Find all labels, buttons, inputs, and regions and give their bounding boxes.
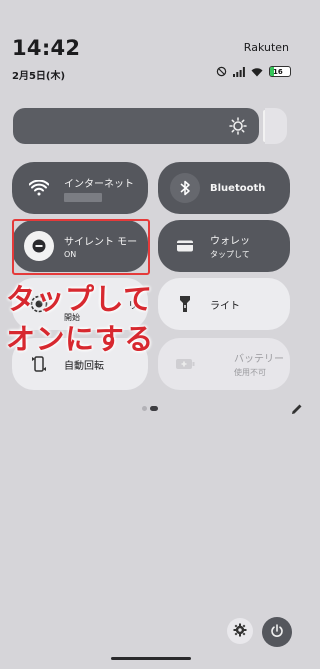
- gear-icon: [233, 622, 247, 641]
- network-name-redacted: [64, 192, 102, 202]
- dnd-icon: [216, 66, 227, 77]
- home-indicator[interactable]: [111, 657, 191, 660]
- battery-plus-icon: [170, 349, 200, 379]
- date: 2月5日(木): [12, 71, 66, 82]
- power-button[interactable]: [262, 617, 292, 647]
- annotation-line1: タップして: [6, 282, 153, 316]
- tile-wallet-sublabel: タップして: [210, 250, 250, 259]
- clock: 14:42: [12, 36, 81, 60]
- carrier-name: Rakuten: [243, 41, 289, 54]
- page-dot: [142, 406, 147, 411]
- tile-auto-rotate-label: 自動回転: [64, 360, 104, 372]
- wifi-icon: [24, 173, 54, 203]
- tile-bluetooth-label: Bluetooth: [210, 182, 266, 194]
- tile-flashlight[interactable]: ライト: [158, 278, 290, 330]
- sun-icon: [229, 117, 247, 139]
- page-dot-active: [150, 406, 158, 411]
- brightness-slider[interactable]: [13, 108, 267, 144]
- status-icons: 16: [216, 66, 291, 77]
- pencil-icon[interactable]: [291, 400, 303, 419]
- bluetooth-icon: [170, 173, 200, 203]
- signal-icon: [233, 66, 245, 77]
- brightness-track-remainder[interactable]: [265, 108, 287, 144]
- tile-flashlight-label: ライト: [210, 300, 240, 312]
- tile-battery-saver[interactable]: バッテリー 使用不可: [158, 338, 290, 390]
- highlight-box: [12, 219, 150, 275]
- wifi-icon: [251, 67, 263, 77]
- battery-icon: 16: [269, 66, 291, 77]
- tile-battery-saver-label: バッテリー: [234, 354, 284, 365]
- page-indicator: [142, 406, 158, 411]
- tile-wallet[interactable]: ウォレッ タップして: [158, 220, 290, 272]
- annotation-line2: オンにする: [6, 322, 154, 356]
- flashlight-icon: [170, 289, 200, 319]
- tile-internet[interactable]: インターネット: [12, 162, 148, 214]
- battery-level: 16: [273, 67, 283, 76]
- tile-bluetooth[interactable]: Bluetooth: [158, 162, 290, 214]
- tile-wallet-label: ウォレッ: [210, 236, 250, 247]
- power-icon: [270, 623, 284, 642]
- tile-battery-saver-sublabel: 使用不可: [234, 368, 266, 377]
- settings-button[interactable]: [227, 618, 253, 644]
- tile-internet-label: インターネット: [64, 178, 134, 190]
- wallet-icon: [170, 231, 200, 261]
